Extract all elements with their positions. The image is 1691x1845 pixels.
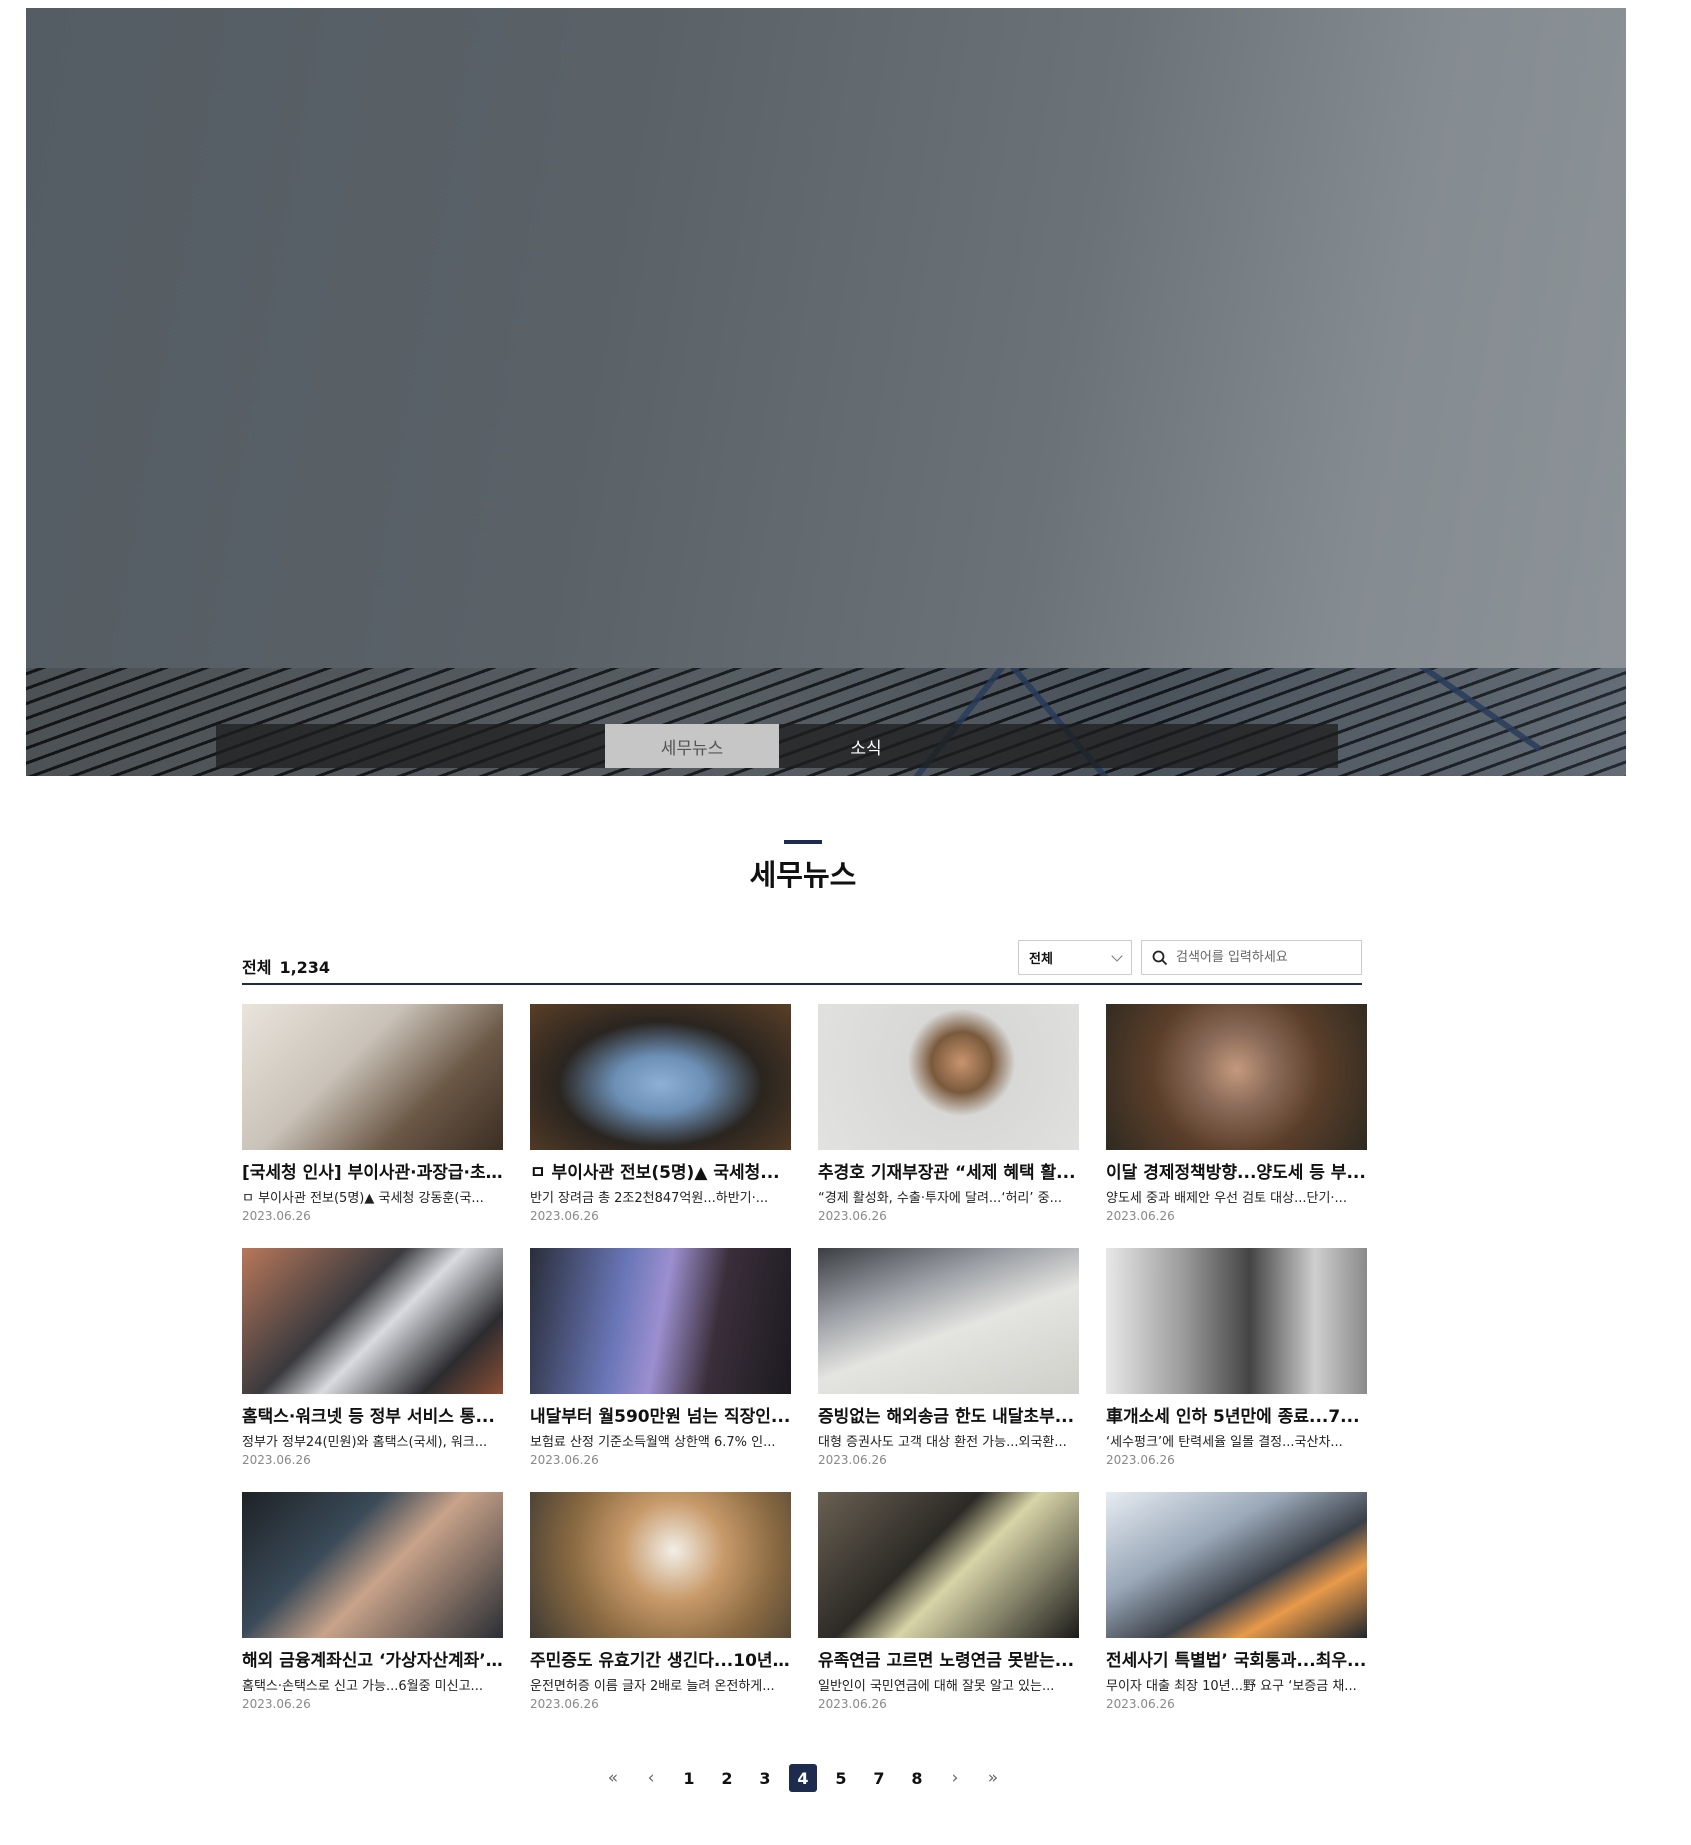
news-card-title[interactable]: ㅁ 부이사관 전보(5명)▲ 국세청... <box>530 1158 791 1183</box>
total-count-label: 전체 <box>242 958 272 977</box>
total-count-value: 1,234 <box>279 958 331 977</box>
news-card-summary: 무이자 대출 최장 10년...野 요구 ‘보증금 채... <box>1106 1679 1357 1694</box>
news-card-date: 2023.06.26 <box>1106 1453 1175 1467</box>
news-card[interactable]: 이달 경제정책방향...양도세 등 부... 양도세 중과 배제안 우선 검토 대… <box>1106 1004 1367 1223</box>
news-card-title[interactable]: 홈택스·워크넷 등 정부 서비스 통... <box>242 1402 503 1427</box>
news-card-title[interactable]: 이달 경제정책방향...양도세 등 부... <box>1106 1158 1367 1183</box>
page-1-button[interactable]: 1 <box>675 1764 703 1792</box>
news-card-summary: ‘세수펑크’에 탄력세율 일몰 결정...국산차... <box>1106 1435 1343 1450</box>
news-card-date: 2023.06.26 <box>242 1209 311 1223</box>
news-card-summary: 운전면허증 이름 글자 2배로 늘려 온전하게... <box>530 1679 775 1694</box>
news-card-date: 2023.06.26 <box>1106 1697 1175 1711</box>
news-card[interactable]: 홈택스·워크넷 등 정부 서비스 통... 정부가 정부24(민원)와 홈택스(국… <box>242 1248 503 1467</box>
page-4-button[interactable]: 4 <box>789 1764 817 1792</box>
news-card-date: 2023.06.26 <box>1106 1209 1175 1223</box>
skyscraper-upview-photo[interactable] <box>530 1004 791 1150</box>
news-card-summary: 일반인이 국민연금에 대해 잘못 알고 있는... <box>818 1679 1055 1694</box>
page-3-button[interactable]: 3 <box>751 1764 779 1792</box>
news-card-title[interactable]: 車개소세 인하 5년만에 종료...7... <box>1106 1402 1367 1427</box>
news-card[interactable]: 증빙없는 해외송금 한도 내달초부... 대형 증권사도 고객 대상 환전 가능.… <box>818 1248 1079 1467</box>
laptop-desk-photo[interactable] <box>818 1492 1079 1638</box>
news-card[interactable]: 전세사기 특별법’ 국회통과...최우... 무이자 대출 최장 10년...野 … <box>1106 1492 1367 1711</box>
news-card-date: 2023.06.26 <box>818 1209 887 1223</box>
news-card-title[interactable]: 전세사기 특별법’ 국회통과...최우... <box>1106 1646 1367 1671</box>
news-card-date: 2023.06.26 <box>818 1697 887 1711</box>
news-card[interactable]: 유족연금 고르면 노령연금 못받는... 일반인이 국민연금에 대해 잘못 알고 … <box>818 1492 1079 1711</box>
office-people-photo[interactable] <box>1106 1248 1367 1394</box>
news-card[interactable]: 해외 금융계좌신고 ‘가상자산계좌’... 홈택스·손택스로 신고 가능...6월… <box>242 1492 503 1711</box>
news-card-summary: 정부가 정부24(민원)와 홈택스(국세), 워크... <box>242 1435 488 1450</box>
search-box <box>1141 940 1362 975</box>
news-card-title[interactable]: 증빙없는 해외송금 한도 내달초부... <box>818 1402 1079 1427</box>
news-card-title[interactable]: 내달부터 월590만원 넘는 직장인... <box>530 1402 791 1427</box>
next-page-button[interactable]: › <box>941 1764 969 1792</box>
glass-towers-photo[interactable] <box>530 1248 791 1394</box>
news-card-date: 2023.06.26 <box>242 1453 311 1467</box>
page-8-button[interactable]: 8 <box>903 1764 931 1792</box>
smiling-man-photo[interactable] <box>818 1004 1079 1150</box>
news-card-summary: 반기 장려금 총 2조2천847억원...하반기·... <box>530 1191 769 1206</box>
page-2-button[interactable]: 2 <box>713 1764 741 1792</box>
glasses-notebook-photo[interactable] <box>818 1248 1079 1394</box>
laptop-pointing-photo[interactable] <box>242 1492 503 1638</box>
hero-banner <box>26 8 1626 776</box>
title-accent-bar <box>784 840 822 844</box>
page-title: 세무뉴스 <box>749 858 857 892</box>
first-page-button[interactable]: « <box>599 1764 627 1792</box>
news-card-title[interactable]: [국세청 인사] 부이사관·과장급·초... <box>242 1158 503 1183</box>
chevron-down-icon <box>1111 949 1123 962</box>
hero-overlay <box>26 8 1626 668</box>
news-card[interactable]: 추경호 기재부장관 “세제 혜택 활... “경제 활성화, 수출·투자에 달려.… <box>818 1004 1079 1223</box>
category-select[interactable]: 전체 <box>1018 940 1132 975</box>
woman-hijab-photo[interactable] <box>1106 1004 1367 1150</box>
prev-page-button[interactable]: ‹ <box>637 1764 665 1792</box>
news-card-title[interactable]: 주민증도 유효기간 생긴다...10년... <box>530 1646 791 1671</box>
news-card-summary: “경제 활성화, 수출·투자에 달려...‘허리’ 중... <box>818 1191 1062 1206</box>
news-card-summary: 양도세 중과 배제안 우선 검토 대상...단기·... <box>1106 1191 1347 1206</box>
news-card-date: 2023.06.26 <box>530 1453 599 1467</box>
news-card-title[interactable]: 유족연금 고르면 노령연금 못받는... <box>818 1646 1079 1671</box>
page-5-button[interactable]: 5 <box>827 1764 855 1792</box>
news-card[interactable]: 車개소세 인하 5년만에 종료...7... ‘세수펑크’에 탄력세율 일몰 결정… <box>1106 1248 1367 1467</box>
news-card-date: 2023.06.26 <box>530 1697 599 1711</box>
news-card-date: 2023.06.26 <box>530 1209 599 1223</box>
list-divider <box>242 983 1362 985</box>
man-phone-photo[interactable] <box>530 1492 791 1638</box>
page-7-button[interactable]: 7 <box>865 1764 893 1792</box>
news-card[interactable]: ㅁ 부이사관 전보(5명)▲ 국세청... 반기 장려금 총 2조2천847억원.… <box>530 1004 791 1223</box>
news-card-summary: ㅁ 부이사관 전보(5명)▲ 국세청 강동훈(국... <box>242 1191 484 1206</box>
news-card-date: 2023.06.26 <box>818 1453 887 1467</box>
total-count: 전체 1,234 <box>242 954 330 978</box>
laptop-website-photo[interactable] <box>242 1248 503 1394</box>
news-card[interactable]: 내달부터 월590만원 넘는 직장인... 보험료 산정 기준소득월액 상한액 6… <box>530 1248 791 1467</box>
news-card[interactable]: 주민증도 유효기간 생긴다...10년... 운전면허증 이름 글자 2배로 늘려… <box>530 1492 791 1711</box>
search-icon[interactable] <box>1152 950 1168 966</box>
news-card-date: 2023.06.26 <box>242 1697 311 1711</box>
news-card-title[interactable]: 추경호 기재부장관 “세제 혜택 활... <box>818 1158 1079 1183</box>
pagination: « ‹ 1 2 3 4 5 7 8 › » <box>0 1764 1606 1792</box>
news-card-summary: 보험료 산정 기준소득월액 상한액 6.7% 인... <box>530 1435 776 1450</box>
tab-news[interactable]: 소식 <box>779 724 953 768</box>
news-card-summary: 대형 증권사도 고객 대상 환전 가능...외국환... <box>818 1435 1067 1450</box>
news-card-summary: 홈택스·손택스로 신고 가능...6월중 미신고... <box>242 1679 483 1694</box>
news-card-title[interactable]: 해외 금융계좌신고 ‘가상자산계좌’... <box>242 1646 503 1671</box>
category-select-value: 전체 <box>1029 952 1053 967</box>
news-card[interactable]: [국세청 인사] 부이사관·과장급·초... ㅁ 부이사관 전보(5명)▲ 국세청… <box>242 1004 503 1223</box>
hand-writing-photo[interactable] <box>242 1004 503 1150</box>
search-input[interactable] <box>1174 949 1348 966</box>
tab-tax-news[interactable]: 세무뉴스 <box>605 724 779 768</box>
city-sky-photo[interactable] <box>1106 1492 1367 1638</box>
hero-tab-bar: 세무뉴스 소식 <box>216 724 1338 768</box>
last-page-button[interactable]: » <box>979 1764 1007 1792</box>
